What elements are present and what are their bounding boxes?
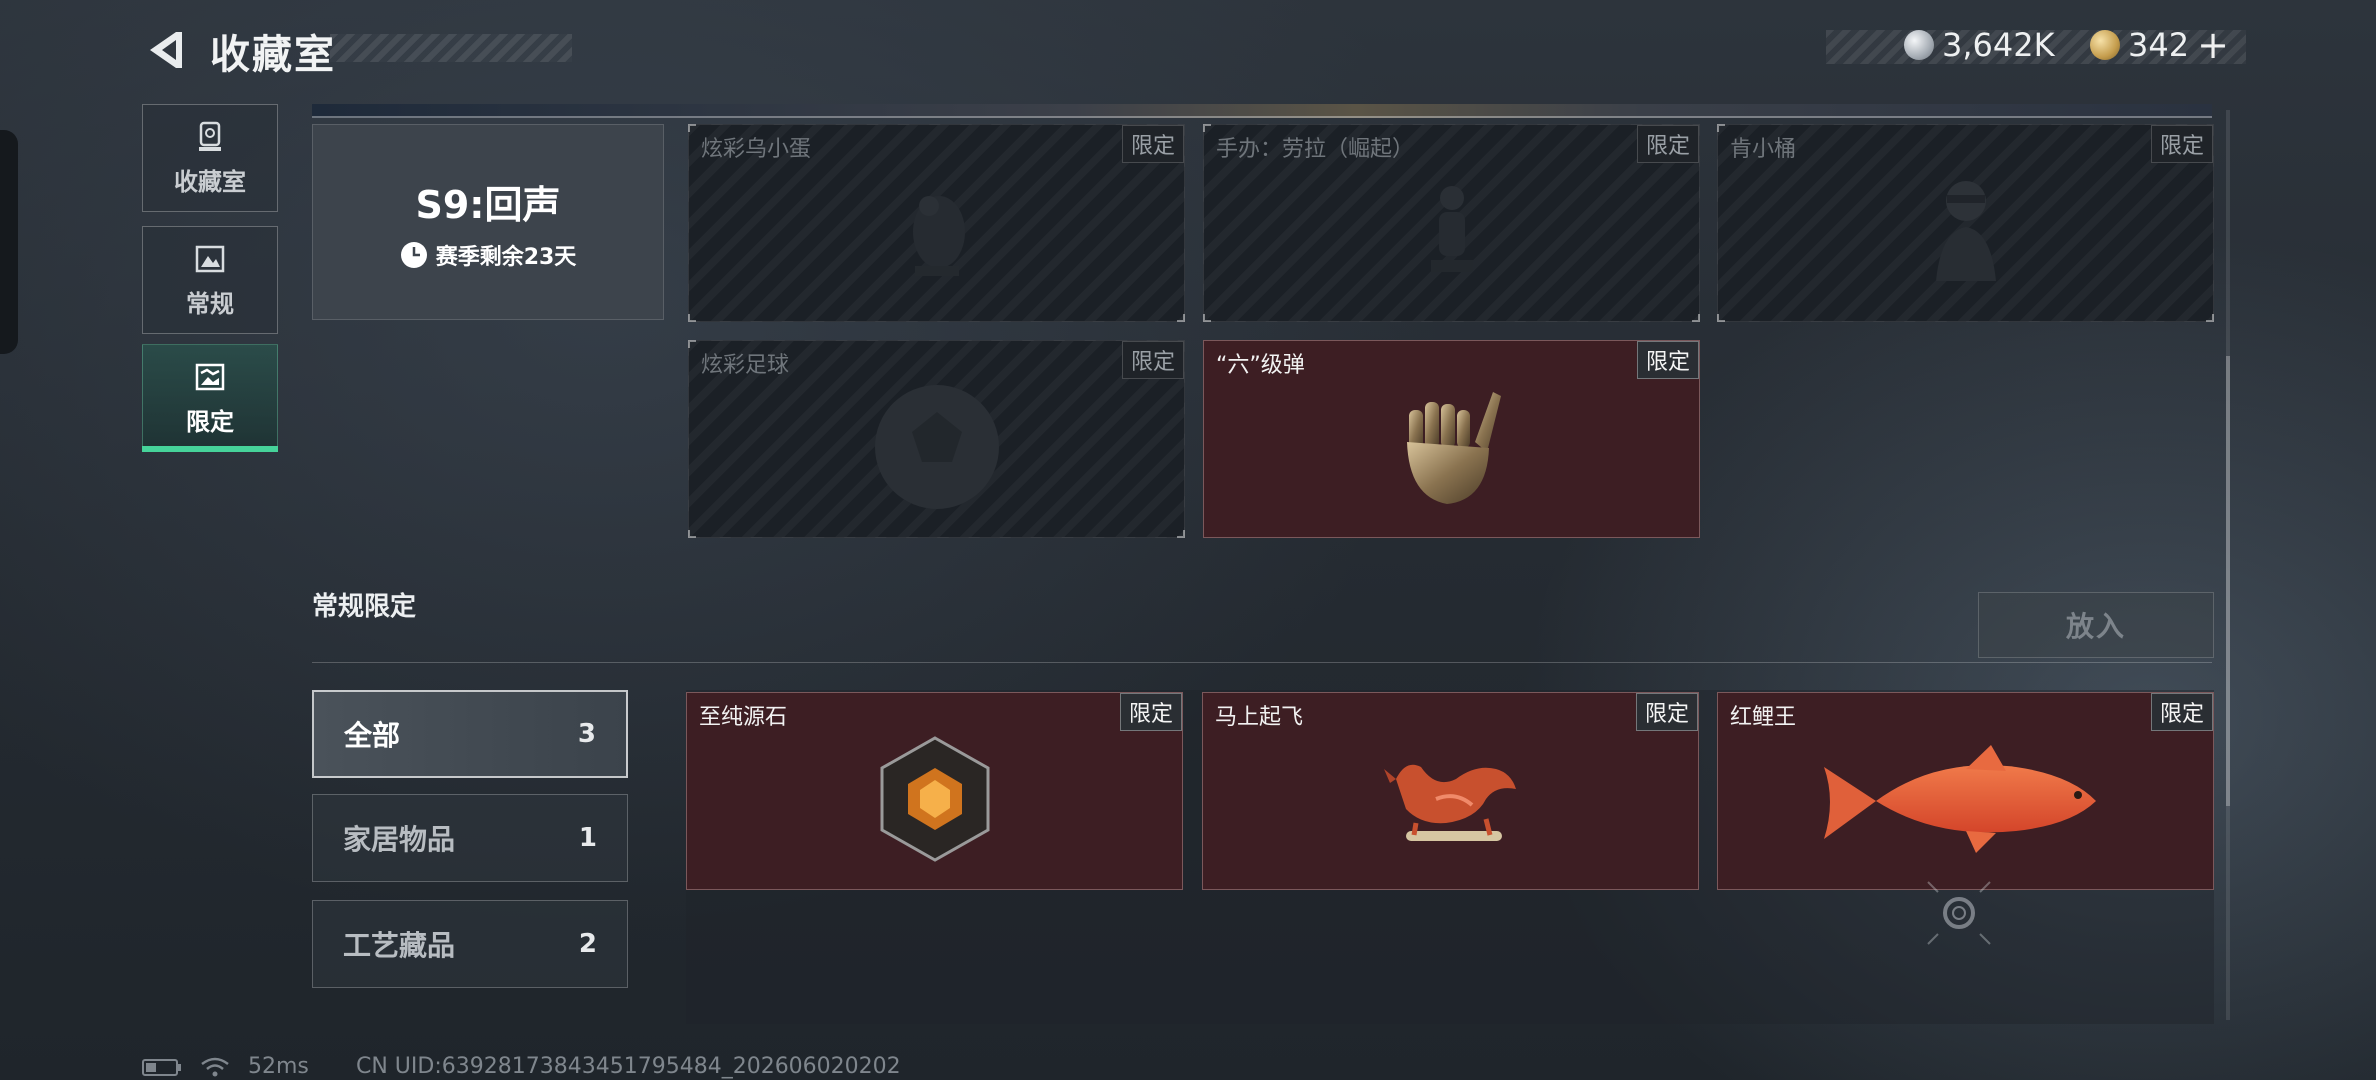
back-button[interactable] [140, 26, 188, 74]
flying-horse-icon [1383, 764, 1516, 841]
item-card-owned[interactable]: 至纯源石 限定 [686, 692, 1183, 890]
egg-figure-icon [912, 195, 965, 276]
limited-tag: 限定 [1121, 341, 1184, 379]
sidebar-item-limited[interactable]: 限定 [142, 344, 278, 452]
figurine-icon [1430, 185, 1473, 272]
item-card-locked[interactable]: 肯小桶 限定 [1717, 124, 2214, 322]
gold-coin-icon [2090, 30, 2120, 60]
limited-tag: 限定 [1121, 125, 1184, 163]
item-card-locked[interactable]: 炫彩乌小蛋 限定 [688, 124, 1185, 322]
limited-picture-icon [195, 363, 225, 390]
status-bar: 52ms [142, 1054, 309, 1079]
gold-amount: 342 [2128, 26, 2190, 64]
section-title: 常规限定 [312, 592, 417, 622]
filter-all[interactable]: 全部 3 [312, 690, 628, 778]
uid-text: CN UID:63928173843451795484_202606020202 [356, 1054, 901, 1079]
silver-currency: 3,642K [1904, 26, 2055, 64]
showcase-banner [312, 104, 2212, 118]
scrollbar-thumb[interactable] [2226, 356, 2230, 806]
sidebar-item-regular[interactable]: 常规 [142, 226, 278, 334]
season-card: S9:回声 赛季剩余23天 [312, 124, 664, 320]
latency-text: 52ms [248, 1054, 309, 1079]
limited-tag: 限定 [1636, 125, 1699, 163]
item-card-locked[interactable]: 手办：劳拉（崛起） 限定 [1203, 124, 1700, 322]
sidebar-item-label: 常规 [186, 289, 234, 318]
limited-tag: 限定 [2150, 125, 2213, 163]
sidebar-item-collection-room[interactable]: 收藏室 [142, 104, 278, 212]
season-name: S9:回声 [415, 182, 561, 227]
bust-figure-icon [1935, 180, 1996, 281]
silver-coin-icon [1904, 30, 1934, 60]
item-card-locked[interactable]: 炫彩足球 限定 [688, 340, 1185, 538]
sidebar-item-label: 限定 [186, 407, 234, 436]
title-decoration [330, 34, 572, 62]
back-arrow-icon [150, 32, 182, 68]
football-icon [874, 384, 999, 509]
add-currency-button[interactable]: + [2197, 26, 2229, 64]
gloved-hand-icon [1406, 391, 1501, 504]
gold-currency: 342 + [2090, 26, 2229, 64]
season-remaining: 赛季剩余23天 [400, 239, 577, 271]
item-card-owned[interactable]: “六”级弹 限定 [1203, 340, 1700, 538]
place-button[interactable]: 放入 [1978, 592, 2214, 658]
silver-amount: 3,642K [1942, 26, 2055, 64]
item-card-owned[interactable]: 马上起飞 限定 [1202, 692, 1699, 890]
target-marker-icon [1927, 881, 1991, 945]
battery-icon [142, 1058, 181, 1076]
page-title: 收藏室 [210, 32, 336, 78]
filter-home-items[interactable]: 家居物品 1 [312, 794, 628, 882]
gem-stone-icon [880, 736, 989, 862]
season-remaining-text: 赛季剩余23天 [435, 244, 577, 270]
limited-tag: 限定 [2150, 693, 2213, 731]
item-card-owned[interactable]: 红鲤王 限定 [1717, 692, 2214, 890]
picture-icon [195, 245, 225, 272]
edge-handle [0, 130, 18, 354]
limited-tag: 限定 [1119, 693, 1182, 731]
koi-fish-icon [1823, 744, 2096, 853]
wifi-icon [201, 1057, 229, 1076]
limited-tag: 限定 [1636, 341, 1699, 379]
filter-craft-collectibles[interactable]: 工艺藏品 2 [312, 900, 628, 988]
trophy-icon [199, 121, 221, 151]
active-tab-indicator [142, 446, 278, 452]
limited-tag: 限定 [1635, 693, 1698, 731]
sidebar-item-label: 收藏室 [174, 167, 246, 196]
clock-icon [400, 241, 427, 268]
section-divider [312, 662, 2212, 663]
